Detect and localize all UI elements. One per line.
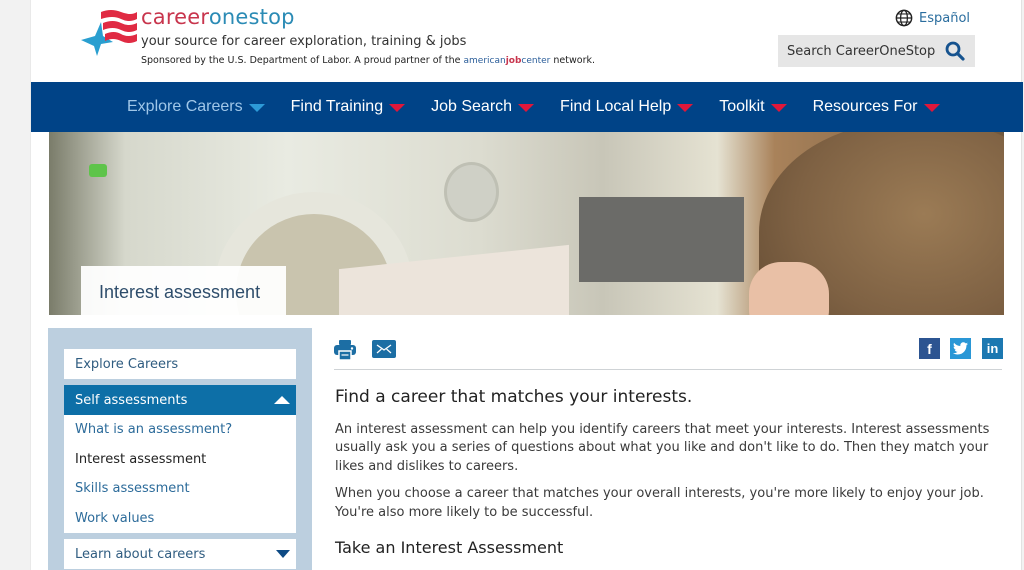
hero-image-detail	[579, 197, 744, 282]
sidebar-item-label: Skills assessment	[75, 481, 190, 497]
linkedin-glyph: in	[986, 341, 999, 356]
page: careeronestop your source for career exp…	[30, 0, 1023, 570]
ajc-part-american: american	[463, 56, 506, 66]
chevron-down-icon	[248, 103, 265, 112]
nav-label: Job Search	[431, 98, 513, 115]
main-content: Find a career that matches your interest…	[335, 388, 995, 558]
print-icon[interactable]	[334, 340, 356, 360]
nav-label: Find Training	[290, 98, 384, 115]
hero-image: Interest assessment	[49, 132, 1004, 315]
chevron-up-icon	[274, 396, 290, 404]
share-toolbar: f in	[334, 338, 1003, 370]
content-heading: Find a career that matches your interest…	[335, 387, 693, 407]
sidebar-item-label: Learn about careers	[75, 546, 206, 562]
chevron-down-icon	[389, 103, 406, 112]
nav-toolkit[interactable]: Toolkit	[719, 98, 787, 116]
sidebar-item-work-values[interactable]: Work values	[64, 504, 296, 534]
page-title: Interest assessment	[81, 266, 286, 315]
sidebar-item-skills-assessment[interactable]: Skills assessment	[64, 474, 296, 504]
hero-image-detail	[89, 164, 107, 177]
twitter-icon[interactable]	[950, 338, 971, 359]
nav-label: Find Local Help	[560, 98, 672, 115]
language-toggle[interactable]: Español	[895, 9, 970, 27]
search-placeholder: Search CareerOneStop	[787, 43, 936, 59]
nav-label: Toolkit	[719, 98, 765, 115]
chevron-down-icon	[770, 103, 787, 112]
nav-explore-careers[interactable]: Explore Careers	[127, 98, 265, 116]
sidebar-section-learn-about-careers[interactable]: Learn about careers	[64, 539, 296, 569]
sidebar-item-explore-careers[interactable]: Explore Careers	[64, 349, 296, 379]
site-search-input[interactable]: Search CareerOneStop	[778, 35, 975, 67]
ajc-part-center: center	[521, 56, 551, 66]
brand-part-onestop: onestop	[208, 5, 295, 29]
content-paragraph: An interest assessment can help you iden…	[335, 421, 990, 474]
content-paragraph: When you choose a career that matches yo…	[335, 486, 984, 520]
sidebar-item-label: What is an assessment?	[75, 422, 233, 438]
language-link[interactable]: Español	[919, 11, 970, 26]
content-subheading: Take an Interest Assessment	[335, 538, 564, 557]
facebook-icon[interactable]: f	[919, 338, 940, 359]
facebook-glyph: f	[927, 340, 932, 357]
sponsor-line: Sponsored by the U.S. Department of Labo…	[141, 55, 595, 66]
sidebar-item-label: Interest assessment	[75, 451, 207, 467]
hero-image-detail	[749, 262, 829, 315]
nav-label: Resources For	[812, 98, 918, 115]
twitter-bird-icon	[953, 342, 968, 355]
nav-find-local-help[interactable]: Find Local Help	[560, 98, 694, 116]
globe-icon	[895, 9, 913, 27]
chevron-down-icon	[677, 103, 694, 112]
brand-name[interactable]: careeronestop	[141, 5, 295, 29]
sidebar-item-interest-assessment[interactable]: Interest assessment	[64, 445, 296, 475]
sidebar-item-label: Work values	[75, 510, 155, 526]
chevron-down-icon	[276, 550, 290, 558]
sidebar-item-label: Explore Careers	[75, 356, 179, 372]
sponsor-text: Sponsored by the U.S. Department of Labo…	[141, 55, 461, 66]
linkedin-icon[interactable]: in	[982, 338, 1003, 359]
nav-find-training[interactable]: Find Training	[291, 98, 406, 116]
sidebar: Explore Careers Self assessments What is…	[48, 328, 312, 570]
tagline: your source for career exploration, trai…	[141, 34, 467, 49]
brand-part-career: career	[141, 5, 209, 29]
search-icon[interactable]	[945, 41, 965, 61]
sidebar-section-self-assessments[interactable]: Self assessments	[64, 385, 296, 415]
nav-job-search[interactable]: Job Search	[431, 98, 535, 116]
sponsor-suffix: network.	[553, 55, 596, 66]
nav-resources-for[interactable]: Resources For	[813, 98, 940, 116]
american-job-center-logo[interactable]: americanjobcenter	[464, 56, 551, 66]
chevron-down-icon	[518, 103, 535, 112]
chevron-down-icon	[923, 103, 940, 112]
careeronestop-logo-icon[interactable]	[79, 6, 139, 58]
ajc-part-job: job	[505, 56, 522, 66]
sidebar-item-what-is-an-assessment[interactable]: What is an assessment?	[64, 415, 296, 445]
sidebar-item-label: Self assessments	[75, 392, 188, 408]
main-nav: Explore Careers Find Training Job Search…	[31, 82, 1023, 132]
hero-image-detail	[444, 162, 499, 222]
email-icon[interactable]	[372, 340, 396, 358]
nav-label: Explore Careers	[127, 98, 243, 115]
